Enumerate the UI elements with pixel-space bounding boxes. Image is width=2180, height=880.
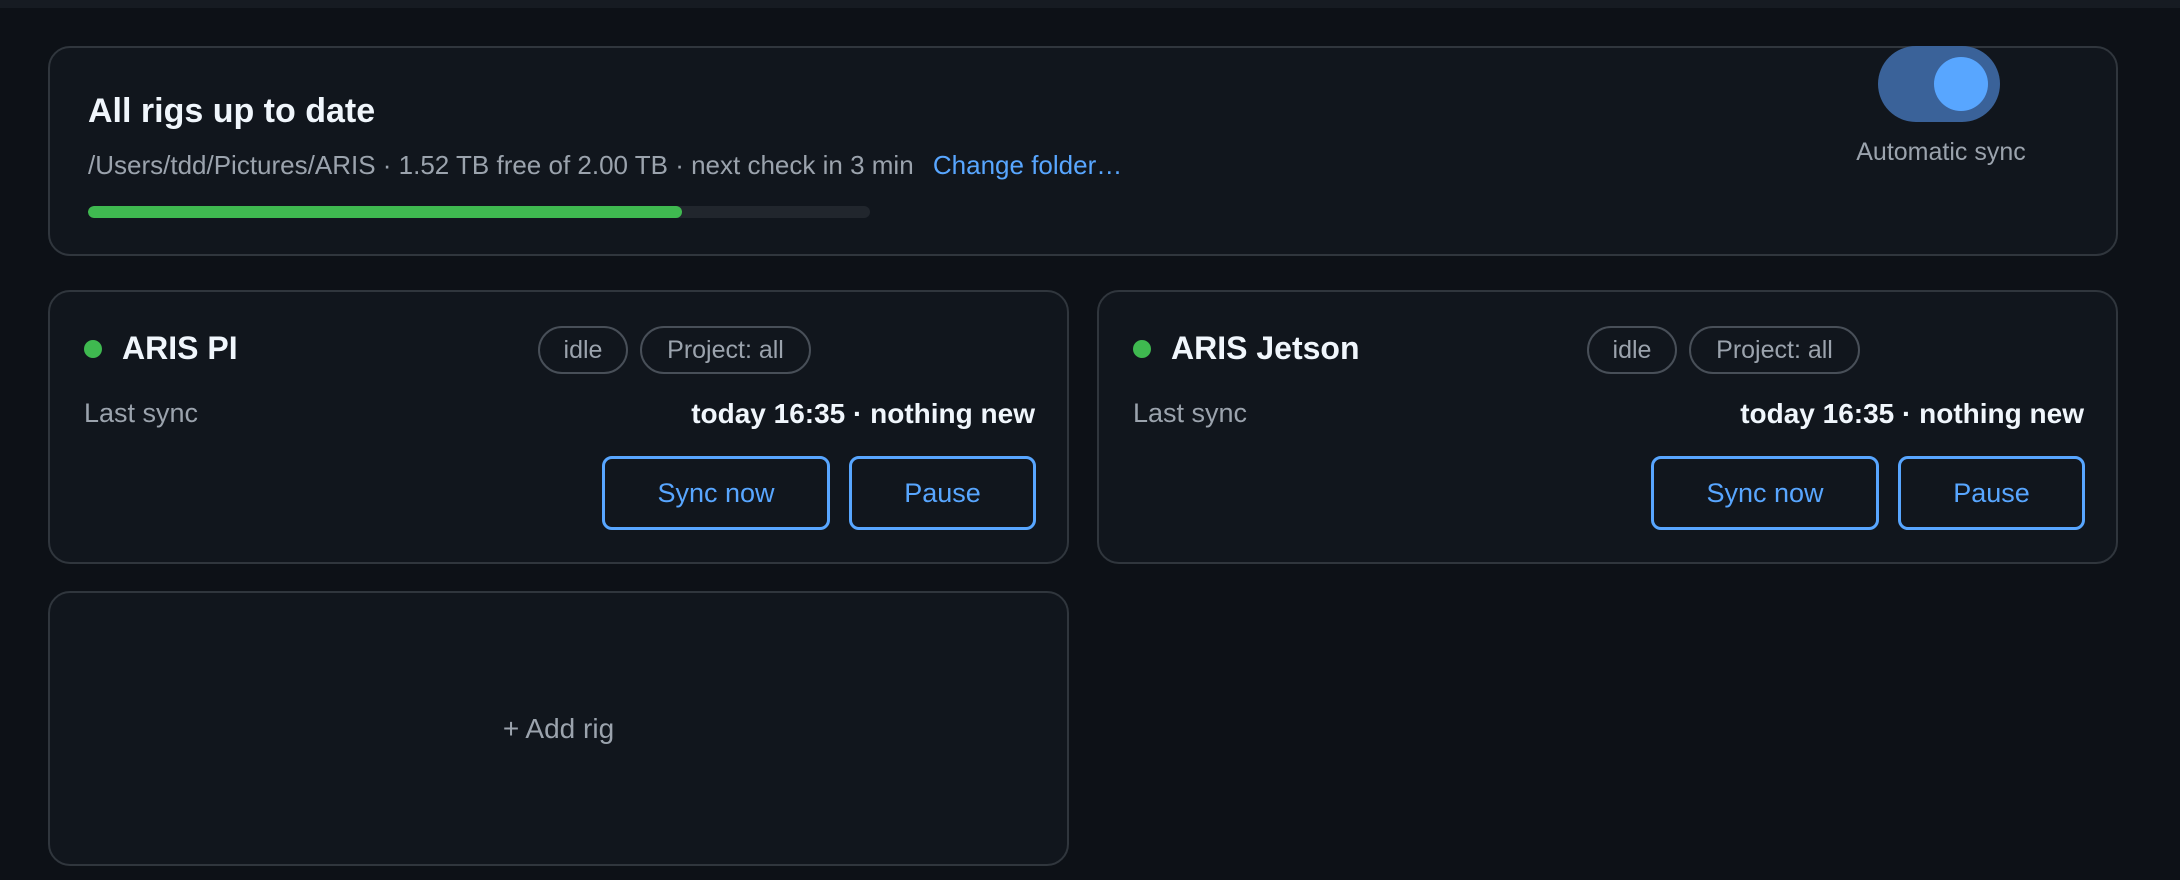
add-rig-label: + Add rig bbox=[502, 713, 615, 744]
last-sync-label: Last sync bbox=[1133, 398, 1248, 428]
last-sync-label: Last sync bbox=[84, 398, 199, 428]
disk-usage-bar bbox=[88, 206, 870, 218]
rig-name: ARIS Jetson bbox=[1171, 330, 1360, 366]
add-rig-card[interactable]: + Add rig bbox=[48, 591, 1069, 866]
rig-card-aris-pi: ARIS PI idle Project: all Last sync toda… bbox=[48, 290, 1069, 564]
next-check-text: · next check in 3 min bbox=[675, 150, 914, 180]
rig-state-chip: idle bbox=[538, 326, 628, 374]
storage-info: /Users/tdd/Pictures/ARIS · 1.52 TB free … bbox=[88, 150, 1122, 181]
rig-status-dot bbox=[84, 340, 102, 358]
window-top-bar bbox=[0, 0, 2180, 8]
folder-path: /Users/tdd/Pictures/ARIS bbox=[88, 150, 376, 180]
sync-status-card: All rigs up to date /Users/tdd/Pictures/… bbox=[48, 46, 2118, 256]
rig-card-aris-jetson: ARIS Jetson idle Project: all Last sync … bbox=[1097, 290, 2118, 564]
sync-status-title: All rigs up to date bbox=[88, 92, 376, 130]
pause-button[interactable]: Pause bbox=[1898, 456, 2085, 530]
sync-now-button[interactable]: Sync now bbox=[1651, 456, 1879, 530]
last-sync-value: today 16:35 · nothing new bbox=[1740, 398, 2084, 429]
pause-button[interactable]: Pause bbox=[849, 456, 1036, 530]
sync-now-button[interactable]: Sync now bbox=[602, 456, 830, 530]
toggle-knob bbox=[1934, 57, 1988, 111]
rig-project-chip[interactable]: Project: all bbox=[1689, 326, 1860, 374]
rig-name: ARIS PI bbox=[122, 330, 238, 366]
last-sync-value: today 16:35 · nothing new bbox=[691, 398, 1035, 429]
automatic-sync-label: Automatic sync bbox=[1856, 138, 2026, 166]
change-folder-link[interactable]: Change folder… bbox=[933, 150, 1122, 180]
rig-state-chip: idle bbox=[1587, 326, 1677, 374]
free-space-text: · 1.52 TB free of 2.00 TB bbox=[382, 150, 668, 180]
automatic-sync-toggle[interactable] bbox=[1878, 46, 2000, 122]
rig-project-chip[interactable]: Project: all bbox=[640, 326, 811, 374]
rig-status-dot bbox=[1133, 340, 1151, 358]
disk-usage-fill bbox=[88, 206, 683, 218]
